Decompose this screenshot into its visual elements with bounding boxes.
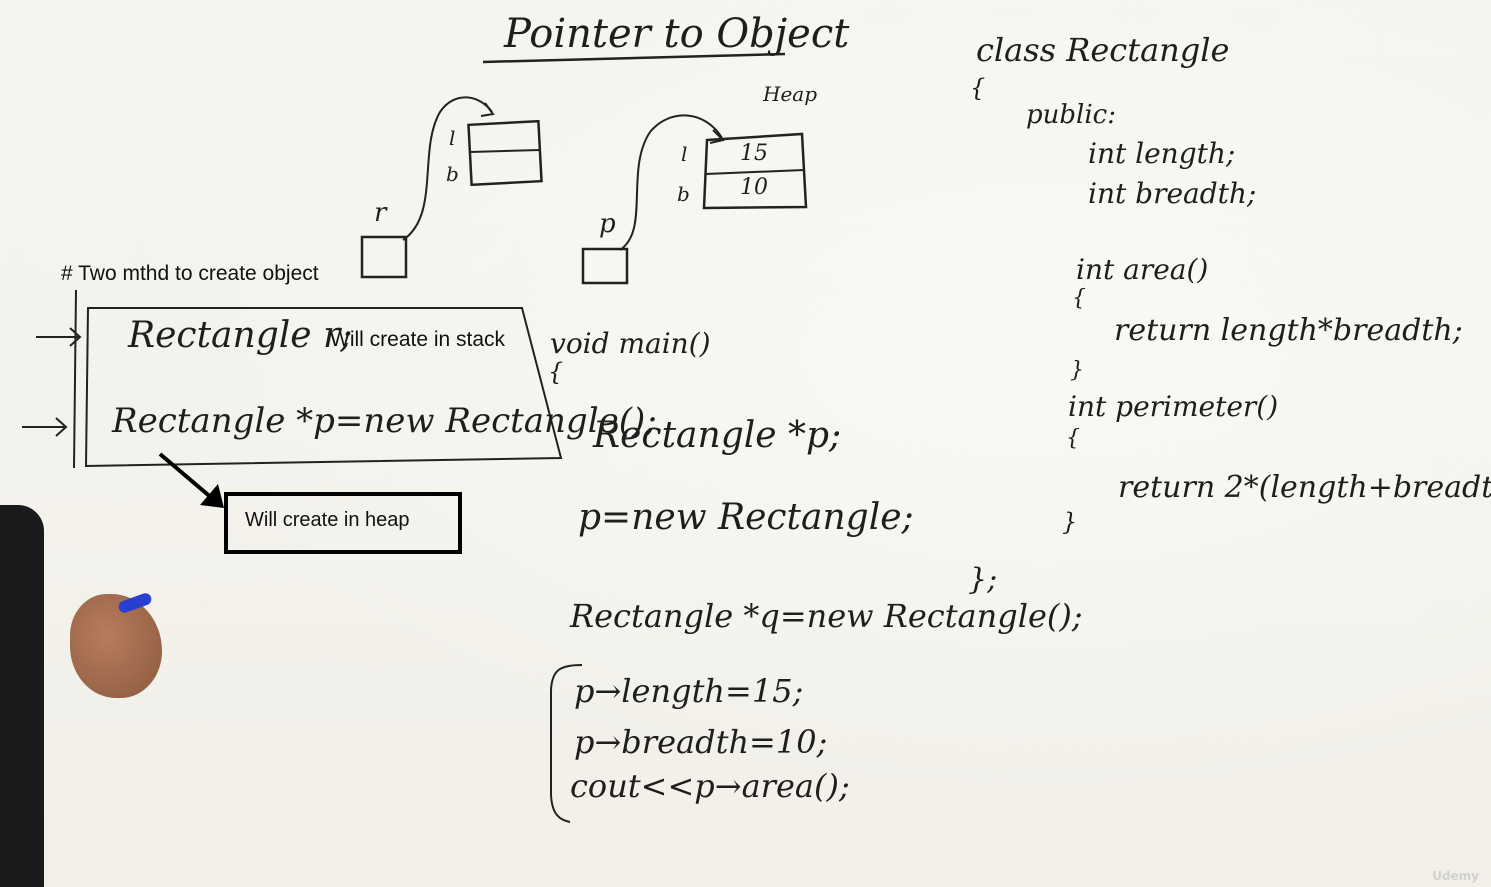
stack-box-p bbox=[581, 247, 629, 285]
method-area-open: { bbox=[1072, 286, 1086, 311]
watermark-logo: Udemy bbox=[1432, 869, 1479, 883]
board-title: Pointer to Object bbox=[504, 11, 850, 57]
main-code-line-2: p=new Rectangle; bbox=[578, 497, 914, 538]
main-signature: void main() bbox=[550, 327, 711, 360]
method-perimeter-body: return 2*(length+breadth); bbox=[1118, 470, 1491, 505]
method-area-signature: int area() bbox=[1076, 253, 1209, 286]
presenter-body bbox=[0, 505, 44, 887]
heap-note: Will create in heap bbox=[245, 509, 410, 531]
method-area-body: return length*breadth; bbox=[1114, 313, 1463, 348]
method-perimeter-close: } bbox=[1062, 508, 1078, 536]
methods-heading: # Two mthd to create object bbox=[61, 262, 319, 285]
arrow-p-to-object bbox=[619, 114, 723, 251]
heap-label: Heap bbox=[763, 82, 818, 106]
access-public: public: bbox=[1026, 100, 1116, 130]
bracket-line-3: cout<<p→area(); bbox=[570, 767, 850, 805]
class-header: class Rectangle bbox=[976, 31, 1230, 69]
code-line-stack-object: Rectangle r; bbox=[128, 315, 353, 356]
class-open-brace: { bbox=[970, 74, 986, 102]
stack-box-r bbox=[360, 235, 408, 279]
bracket-line-1: p→length=15; bbox=[574, 672, 804, 710]
class-close: }; bbox=[968, 562, 998, 597]
field-breadth: int breadth; bbox=[1088, 177, 1257, 210]
method-perimeter-signature: int perimeter() bbox=[1068, 390, 1279, 423]
value-length: 15 bbox=[740, 141, 768, 166]
main-code-line-3: Rectangle *q=new Rectangle(); bbox=[570, 597, 1083, 635]
field-b-label-left: b bbox=[446, 162, 459, 186]
field-length: int length; bbox=[1088, 137, 1236, 170]
field-l-label-left: l bbox=[449, 126, 456, 150]
field-b-label-right: b bbox=[677, 182, 690, 206]
main-open-brace: { bbox=[548, 358, 564, 386]
bracket-line-2: p→breadth=10; bbox=[574, 723, 828, 761]
code-line-heap-object: Rectangle *p=new Rectangle(); bbox=[112, 401, 657, 441]
arrow-line2 bbox=[22, 417, 68, 437]
method-area-close: } bbox=[1070, 358, 1084, 383]
heap-object-left bbox=[467, 119, 543, 187]
stack-note: Will create in stack bbox=[330, 328, 506, 351]
field-l-label-right: l bbox=[681, 142, 688, 166]
main-code-line-1: Rectangle *p; bbox=[593, 415, 842, 456]
heap-note-box: Will create in heap bbox=[224, 492, 462, 554]
method-perimeter-open: { bbox=[1066, 426, 1080, 451]
var-r-label: r bbox=[374, 198, 387, 228]
value-breadth: 10 bbox=[740, 175, 768, 200]
arrow-line1 bbox=[36, 327, 82, 347]
var-p-label: p bbox=[599, 209, 616, 239]
